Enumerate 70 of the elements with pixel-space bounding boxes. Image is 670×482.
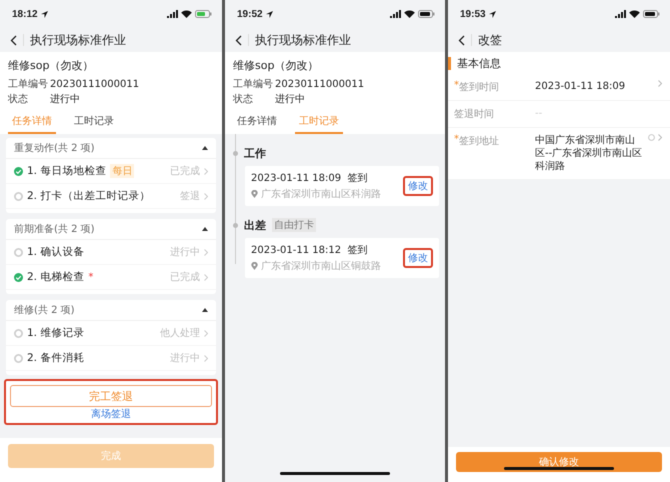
page-title: 执行现场标准作业 [255,32,351,48]
chevron-icon [204,192,208,200]
field-value: 20230111000011 [50,78,140,92]
collapse-icon[interactable] [202,146,208,150]
location-arrow-icon [40,10,48,18]
section-title: 工作 [244,146,266,160]
field-label: 签退时间 [454,108,494,121]
field-label: 签到地址 [459,134,499,148]
chevron-icon [204,168,208,174]
section-title: 基本信息 [457,56,501,70]
chevron-icon [204,330,208,336]
field-value: 进行中 [50,92,80,107]
tab[interactable]: 工时记录 [70,112,118,134]
edit-button[interactable]: 修改 [403,176,433,196]
record-time: 2023-01-11 18:12 签到 [251,244,368,257]
field-value: 20230111000011 [275,78,364,92]
wifi-icon [181,10,192,18]
collapse-icon[interactable] [202,308,208,312]
tag: 每日 [110,164,134,178]
task-item[interactable]: 2. 电梯检查 * 已完成 [6,265,216,290]
field-label: 状态 [8,92,29,107]
field-label: 工单编号 [233,78,274,92]
chevron-icon [204,274,208,280]
location-pin-icon [251,190,258,198]
record-address: 广东省深圳市南山区铜鼓路 [261,260,381,273]
tag: 自由打卡 [272,218,316,232]
required-mark: * [454,80,459,93]
record-address: 广东省深圳市南山区科润路 [261,188,381,201]
collapse-icon[interactable] [202,227,208,231]
field-value: 进行中 [275,92,305,107]
location-arrow-icon [488,10,496,18]
group-title: 维修(共 2 项) [14,304,75,317]
task-item[interactable]: 1. 确认设备 进行中 [6,240,216,265]
field-label: 工单编号 [8,78,49,92]
form-row[interactable]: *签到地址 中国广东省深圳市南山区--广东省深圳市南山区科润路 [448,128,670,180]
signal-icon [167,10,178,18]
task-item[interactable]: 1. 每日场地检查 每日 已完成 [6,159,216,184]
edit-button[interactable]: 修改 [403,248,433,268]
group-title: 前期准备(共 2 项) [14,222,95,236]
location-arrow-icon [266,10,273,18]
field-label: 状态 [233,92,254,107]
task-item[interactable]: 2. 打卡（出差工时记录） 签退 [6,184,216,209]
group-title: 重复动作(共 2 项) [14,142,95,155]
status-time: 18:12 [12,8,38,20]
chevron-icon [204,248,208,256]
chevron-icon [204,354,208,362]
wifi-icon [404,10,415,18]
section-title: 出差 [244,218,266,232]
location-pin-icon [251,262,258,270]
required-mark: * [454,134,459,147]
leave-link[interactable]: 离场签退 [91,409,131,421]
back-icon[interactable] [458,34,465,46]
page-title: 执行现场标准作业 [30,32,126,48]
task-item[interactable]: 1. 维修记录 他人处理 [6,321,216,346]
order-name: 维修sop（勿改） [233,58,320,73]
required-mark: * [88,272,94,282]
form-row[interactable]: *签到时间 2023-01-11 18:09 [448,74,670,101]
signal-icon [390,10,401,18]
tab[interactable]: 任务详情 [233,112,281,134]
wifi-icon [629,10,640,18]
page-title: 改签 [478,32,502,48]
field-label: 签到时间 [459,80,499,94]
status-time: 19:52 [237,8,263,20]
back-icon[interactable] [10,34,17,46]
task-item[interactable]: 2. 备件消耗 进行中 [6,346,216,371]
record-time: 2023-01-11 18:09 签到 [251,172,368,185]
back-icon[interactable] [235,34,242,46]
status-time: 19:53 [460,8,486,20]
signal-icon [615,10,626,18]
order-name: 维修sop（勿改） [8,58,94,73]
